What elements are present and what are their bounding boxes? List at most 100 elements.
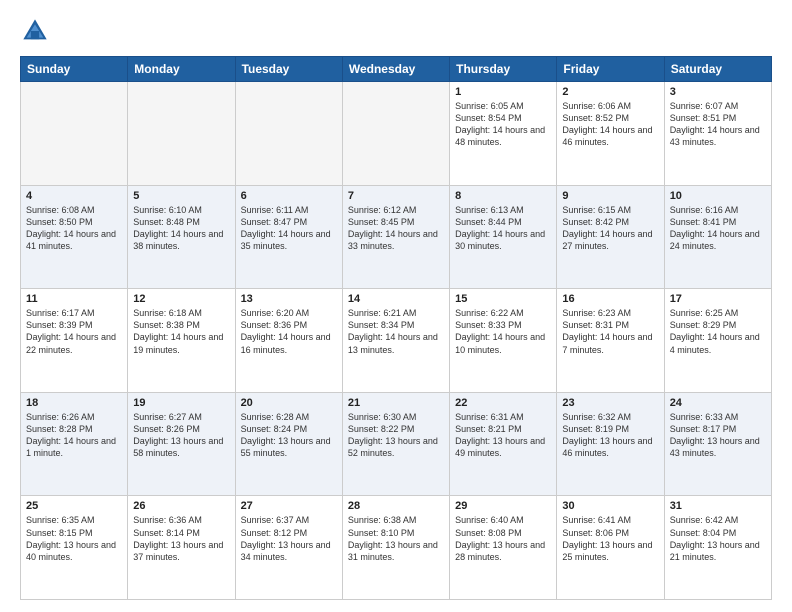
calendar-cell: 23 Sunrise: 6:32 AM Sunset: 8:19 PM Dayli… <box>557 392 664 496</box>
day-number: 14 <box>348 293 444 305</box>
day-number: 20 <box>241 397 337 409</box>
calendar-cell: 10Sunrise: 6:16 AM Sunset: 8:41 PM Dayli… <box>664 185 771 289</box>
calendar-cell <box>342 82 449 186</box>
day-number: 17 <box>670 293 766 305</box>
weekday-header: Tuesday <box>235 57 342 82</box>
calendar-cell: 12 Sunrise: 6:18 AM Sunset: 8:38 PM Dayli… <box>128 289 235 393</box>
day-number: 12 <box>133 293 229 305</box>
day-info: Sunrise: 6:17 AM Sunset: 8:39 PM Dayligh… <box>26 307 122 356</box>
calendar-cell: 5 Sunrise: 6:10 AM Sunset: 8:48 PM Daylig… <box>128 185 235 289</box>
day-number: 27 <box>241 500 337 512</box>
day-number: 4 <box>26 190 122 202</box>
day-info: Sunrise: 6:33 AM Sunset: 8:17 PM Dayligh… <box>670 411 766 460</box>
day-number: 9 <box>562 190 658 202</box>
day-info: Sunrise: 6:28 AM Sunset: 8:24 PM Dayligh… <box>241 411 337 460</box>
calendar-cell: 1 Sunrise: 6:05 AM Sunset: 8:54 PM Daylig… <box>450 82 557 186</box>
day-info: Sunrise: 6:36 AM Sunset: 8:14 PM Dayligh… <box>133 514 229 563</box>
day-number: 16 <box>562 293 658 305</box>
calendar-cell <box>235 82 342 186</box>
calendar-cell: 18 Sunrise: 6:26 AM Sunset: 8:28 PM Dayli… <box>21 392 128 496</box>
calendar-cell: 14 Sunrise: 6:21 AM Sunset: 8:34 PM Dayli… <box>342 289 449 393</box>
calendar-cell: 19 Sunrise: 6:27 AM Sunset: 8:26 PM Dayli… <box>128 392 235 496</box>
calendar-header-row: SundayMondayTuesdayWednesdayThursdayFrid… <box>21 57 772 82</box>
day-info: Sunrise: 6:20 AM Sunset: 8:36 PM Dayligh… <box>241 307 337 356</box>
day-info: Sunrise: 6:10 AM Sunset: 8:48 PM Dayligh… <box>133 204 229 253</box>
day-number: 29 <box>455 500 551 512</box>
weekday-header: Thursday <box>450 57 557 82</box>
day-number: 5 <box>133 190 229 202</box>
calendar-cell: 26 Sunrise: 6:36 AM Sunset: 8:14 PM Dayli… <box>128 496 235 600</box>
day-number: 19 <box>133 397 229 409</box>
day-number: 10 <box>670 190 766 202</box>
calendar-cell: 13 Sunrise: 6:20 AM Sunset: 8:36 PM Dayli… <box>235 289 342 393</box>
calendar-cell: 30 Sunrise: 6:41 AM Sunset: 8:06 PM Dayli… <box>557 496 664 600</box>
day-info: Sunrise: 6:26 AM Sunset: 8:28 PM Dayligh… <box>26 411 122 460</box>
day-info: Sunrise: 6:15 AM Sunset: 8:42 PM Dayligh… <box>562 204 658 253</box>
calendar-cell: 27 Sunrise: 6:37 AM Sunset: 8:12 PM Dayli… <box>235 496 342 600</box>
calendar-cell: 17Sunrise: 6:25 AM Sunset: 8:29 PM Dayli… <box>664 289 771 393</box>
day-number: 23 <box>562 397 658 409</box>
day-info: Sunrise: 6:30 AM Sunset: 8:22 PM Dayligh… <box>348 411 444 460</box>
calendar-week-row: 18 Sunrise: 6:26 AM Sunset: 8:28 PM Dayli… <box>21 392 772 496</box>
day-number: 1 <box>455 86 551 98</box>
day-info: Sunrise: 6:37 AM Sunset: 8:12 PM Dayligh… <box>241 514 337 563</box>
calendar-cell: 6Sunrise: 6:11 AM Sunset: 8:47 PM Daylig… <box>235 185 342 289</box>
calendar-cell: 24 Sunrise: 6:33 AM Sunset: 8:17 PM Dayli… <box>664 392 771 496</box>
day-number: 22 <box>455 397 551 409</box>
calendar-week-row: 1 Sunrise: 6:05 AM Sunset: 8:54 PM Daylig… <box>21 82 772 186</box>
day-info: Sunrise: 6:23 AM Sunset: 8:31 PM Dayligh… <box>562 307 658 356</box>
calendar-cell: 7 Sunrise: 6:12 AM Sunset: 8:45 PM Daylig… <box>342 185 449 289</box>
weekday-header: Saturday <box>664 57 771 82</box>
day-info: Sunrise: 6:07 AM Sunset: 8:51 PM Dayligh… <box>670 100 766 149</box>
weekday-header: Wednesday <box>342 57 449 82</box>
day-number: 24 <box>670 397 766 409</box>
day-info: Sunrise: 6:08 AM Sunset: 8:50 PM Dayligh… <box>26 204 122 253</box>
calendar-cell <box>128 82 235 186</box>
page: SundayMondayTuesdayWednesdayThursdayFrid… <box>0 0 792 612</box>
day-number: 3 <box>670 86 766 98</box>
day-info: Sunrise: 6:05 AM Sunset: 8:54 PM Dayligh… <box>455 100 551 149</box>
day-number: 2 <box>562 86 658 98</box>
day-info: Sunrise: 6:22 AM Sunset: 8:33 PM Dayligh… <box>455 307 551 356</box>
calendar-week-row: 4 Sunrise: 6:08 AM Sunset: 8:50 PM Daylig… <box>21 185 772 289</box>
day-number: 18 <box>26 397 122 409</box>
day-info: Sunrise: 6:31 AM Sunset: 8:21 PM Dayligh… <box>455 411 551 460</box>
header <box>20 16 772 46</box>
day-number: 26 <box>133 500 229 512</box>
calendar-cell: 11Sunrise: 6:17 AM Sunset: 8:39 PM Dayli… <box>21 289 128 393</box>
calendar-cell: 8Sunrise: 6:13 AM Sunset: 8:44 PM Daylig… <box>450 185 557 289</box>
logo <box>20 16 54 46</box>
day-info: Sunrise: 6:27 AM Sunset: 8:26 PM Dayligh… <box>133 411 229 460</box>
day-info: Sunrise: 6:21 AM Sunset: 8:34 PM Dayligh… <box>348 307 444 356</box>
day-info: Sunrise: 6:32 AM Sunset: 8:19 PM Dayligh… <box>562 411 658 460</box>
day-number: 15 <box>455 293 551 305</box>
day-number: 30 <box>562 500 658 512</box>
day-number: 21 <box>348 397 444 409</box>
calendar-cell: 4 Sunrise: 6:08 AM Sunset: 8:50 PM Daylig… <box>21 185 128 289</box>
calendar-cell: 20 Sunrise: 6:28 AM Sunset: 8:24 PM Dayli… <box>235 392 342 496</box>
calendar-cell: 22 Sunrise: 6:31 AM Sunset: 8:21 PM Dayli… <box>450 392 557 496</box>
calendar-cell: 3 Sunrise: 6:07 AM Sunset: 8:51 PM Daylig… <box>664 82 771 186</box>
day-number: 7 <box>348 190 444 202</box>
day-info: Sunrise: 6:41 AM Sunset: 8:06 PM Dayligh… <box>562 514 658 563</box>
calendar-cell: 15 Sunrise: 6:22 AM Sunset: 8:33 PM Dayli… <box>450 289 557 393</box>
day-number: 13 <box>241 293 337 305</box>
calendar-cell: 16 Sunrise: 6:23 AM Sunset: 8:31 PM Dayli… <box>557 289 664 393</box>
day-info: Sunrise: 6:18 AM Sunset: 8:38 PM Dayligh… <box>133 307 229 356</box>
weekday-header: Friday <box>557 57 664 82</box>
day-info: Sunrise: 6:38 AM Sunset: 8:10 PM Dayligh… <box>348 514 444 563</box>
calendar-cell: 9 Sunrise: 6:15 AM Sunset: 8:42 PM Daylig… <box>557 185 664 289</box>
day-info: Sunrise: 6:12 AM Sunset: 8:45 PM Dayligh… <box>348 204 444 253</box>
calendar-cell <box>21 82 128 186</box>
day-number: 25 <box>26 500 122 512</box>
day-number: 8 <box>455 190 551 202</box>
calendar-week-row: 11Sunrise: 6:17 AM Sunset: 8:39 PM Dayli… <box>21 289 772 393</box>
day-number: 28 <box>348 500 444 512</box>
weekday-header: Sunday <box>21 57 128 82</box>
calendar-table: SundayMondayTuesdayWednesdayThursdayFrid… <box>20 56 772 600</box>
calendar-body: 1 Sunrise: 6:05 AM Sunset: 8:54 PM Daylig… <box>21 82 772 600</box>
calendar-week-row: 25Sunrise: 6:35 AM Sunset: 8:15 PM Dayli… <box>21 496 772 600</box>
day-number: 31 <box>670 500 766 512</box>
day-info: Sunrise: 6:06 AM Sunset: 8:52 PM Dayligh… <box>562 100 658 149</box>
day-info: Sunrise: 6:11 AM Sunset: 8:47 PM Dayligh… <box>241 204 337 253</box>
